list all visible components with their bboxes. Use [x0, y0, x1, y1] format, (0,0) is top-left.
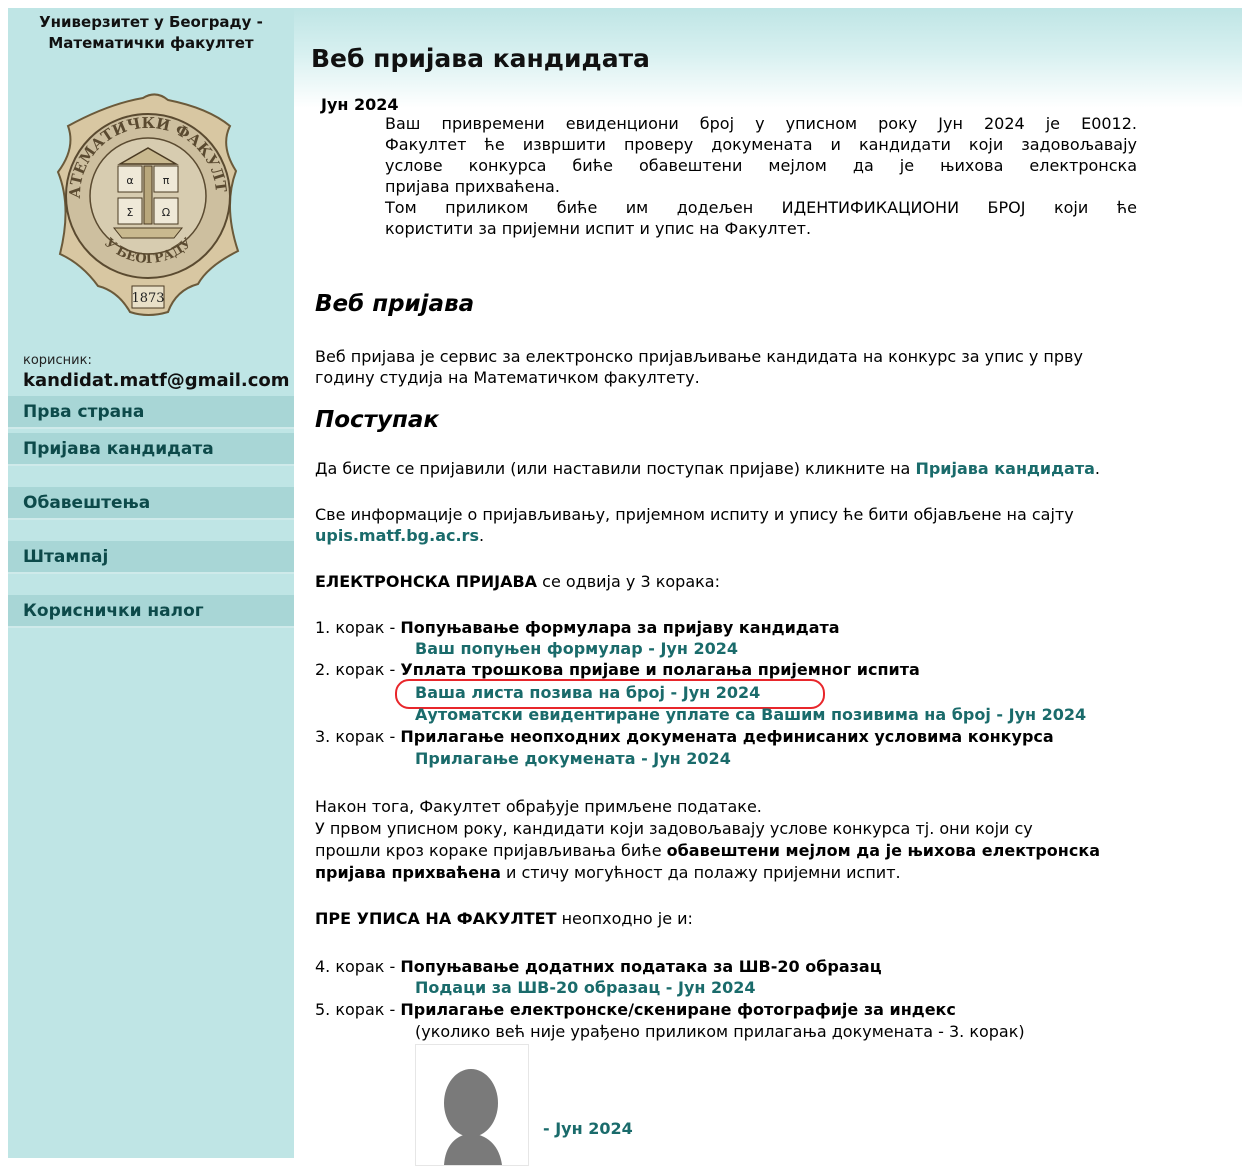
- nav-first-page[interactable]: Прва страна: [8, 396, 294, 429]
- about-text-line-1: Веб пријава је сервис за електронско при…: [315, 347, 1083, 366]
- step-title: Попуњавање додатних података за ШВ-20 об…: [400, 957, 882, 976]
- section-heading-procedure: Поступак: [315, 407, 440, 433]
- university-line-2: Математички факултет: [48, 34, 254, 52]
- nav-announcements[interactable]: Обавештења: [8, 487, 294, 520]
- step-5-note: (уколико већ није урађено приликом прила…: [415, 1022, 1025, 1041]
- after-text-line-4: пријава прихваћена и стичу могућност да …: [315, 862, 901, 883]
- after-text-bold: пријава прихваћена: [315, 863, 501, 882]
- after-text: прошли кроз кораке пријављивања биће: [315, 841, 667, 860]
- step-title: Прилагање електронске/скениране фотограф…: [400, 1000, 956, 1019]
- procedure-paragraph-2: Све информације о пријављивању, пријемно…: [315, 505, 1074, 524]
- notice-line: Факултет ће извршити проверу докумената …: [385, 135, 1137, 154]
- after-text: и стичу могућност да полажу пријемни исп…: [500, 863, 901, 882]
- svg-text:π: π: [163, 174, 170, 187]
- after-text-bold: обавештени мејлом да је њихова електронс…: [666, 841, 1100, 860]
- attach-documents-link[interactable]: Прилагање докумената - Јун 2024: [415, 748, 731, 769]
- notice-line: користити за пријемни испит и упис на Фа…: [385, 219, 812, 238]
- electronic-application-text: се одвија у 3 корака:: [537, 572, 720, 591]
- procedure-text-end: .: [1094, 459, 1101, 478]
- before-enrollment-text: неопходно је и:: [556, 909, 693, 928]
- notice-line: услове конкурса биће обавештени мејлом д…: [385, 156, 1137, 175]
- step-4: 4. корак - Попуњавање додатних података …: [315, 956, 882, 977]
- procedure-paragraph-2-line-2: upis.matf.bg.ac.rs.: [315, 525, 484, 546]
- user-label: корисник:: [23, 353, 92, 368]
- nav-candidate-application[interactable]: Пријава кандидата: [8, 433, 294, 466]
- notice-line: пријава прихваћена.: [385, 177, 560, 196]
- step-2: 2. корак - Уплата трошкова пријаве и пол…: [315, 659, 920, 680]
- nav-user-account[interactable]: Кориснички налог: [8, 595, 294, 628]
- electronic-application-label: ЕЛЕКТРОНСКА ПРИЈАВА: [315, 572, 538, 591]
- procedure-text: Да бисте се пријавили (или наставили пос…: [315, 459, 916, 478]
- notice-term: Јун 2024: [321, 95, 399, 114]
- step-prefix: 1. корак -: [315, 618, 401, 637]
- section-heading-web-application: Веб пријава: [315, 291, 475, 317]
- after-text-line-3: прошли кроз кораке пријављивања биће оба…: [315, 840, 1100, 861]
- notice-line: Ваш привремени евиденциони број у уписно…: [385, 114, 1137, 133]
- page-title: Веб пријава кандидата: [311, 44, 650, 73]
- notice-line: Том приликом биће им додељен ИДЕНТИФИКАЦ…: [385, 198, 1137, 217]
- procedure-text-end: .: [478, 526, 485, 545]
- candidate-application-link[interactable]: Пријава кандидата: [915, 459, 1094, 478]
- university-title: Универзитет у Београду - Математички фак…: [8, 12, 294, 54]
- svg-text:α: α: [126, 174, 133, 187]
- registered-payments-link[interactable]: Аутоматски евидентиране уплате са Вашим …: [415, 704, 1086, 725]
- user-email: kandidat.matf@gmail.com: [23, 370, 290, 391]
- nav-print[interactable]: Штампај: [8, 541, 294, 574]
- electronic-application-intro: ЕЛЕКТРОНСКА ПРИЈАВА се одвија у 3 корака…: [315, 571, 720, 592]
- upis-site-link[interactable]: upis.matf.bg.ac.rs: [315, 526, 479, 545]
- step-prefix: 2. корак -: [315, 660, 401, 679]
- step-prefix: 3. корак -: [315, 727, 401, 746]
- photo-placeholder[interactable]: [415, 1044, 529, 1166]
- step-5: 5. корак - Прилагање електронске/скенира…: [315, 999, 956, 1020]
- photo-upload-link[interactable]: - Јун 2024: [543, 1118, 633, 1139]
- step-title: Попуњавање формулара за пријаву кандидат…: [400, 618, 840, 637]
- step-1: 1. корак - Попуњавање формулара за прија…: [315, 617, 840, 638]
- sidebar: Универзитет у Београду - Математички фак…: [8, 8, 294, 1158]
- step-3: 3. корак - Прилагање неопходних докумена…: [315, 726, 1054, 747]
- faculty-seal-logo: МАТЕМАТИЧКИ ФАКУЛТЕТ У БЕОГРАДУ α π Σ Ω …: [48, 86, 240, 316]
- step-title: Уплата трошкова пријаве и полагања прије…: [400, 660, 920, 679]
- before-enrollment-intro: ПРЕ УПИСА НА ФАКУЛТЕТ неопходно је и:: [315, 908, 693, 929]
- svg-text:Ω: Ω: [162, 206, 170, 219]
- shv20-data-link[interactable]: Подаци за ШВ-20 образац - Јун 2024: [415, 977, 756, 998]
- about-text-line-2: годину студија на Математичком факултету…: [315, 368, 700, 387]
- svg-text:1873: 1873: [131, 291, 164, 306]
- person-silhouette-icon: [444, 1069, 502, 1165]
- step-prefix: 4. корак -: [315, 957, 401, 976]
- after-text-line-2: У првом уписном року, кандидати који зад…: [315, 819, 1033, 838]
- step-title: Прилагање неопходних докумената дефиниса…: [400, 727, 1054, 746]
- university-line-1: Универзитет у Београду -: [39, 13, 263, 31]
- filled-form-link[interactable]: Ваш попуњен формулар - Јун 2024: [415, 638, 738, 659]
- svg-text:Σ: Σ: [127, 206, 134, 219]
- procedure-paragraph-1: Да бисте се пријавили (или наставили пос…: [315, 458, 1100, 479]
- after-text-line-1: Након тога, Факултет обрађује примљене п…: [315, 797, 762, 816]
- step-prefix: 5. корак -: [315, 1000, 401, 1019]
- before-enrollment-label: ПРЕ УПИСА НА ФАКУЛТЕТ: [315, 909, 557, 928]
